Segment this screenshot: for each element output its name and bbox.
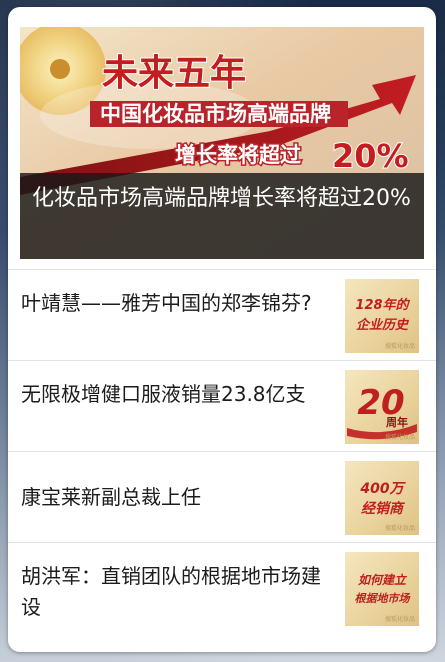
thumb-line1: 128年的: [355, 297, 410, 313]
banner-subtitle: 中国化妆品市场高端品牌: [100, 102, 331, 126]
list-item[interactable]: 无限极增健口服液销量23.8亿支 20 周年 搜狐化妆品: [8, 360, 436, 451]
article-title: 叶靖慧——雅芳中国的郑李锦芬?: [21, 291, 312, 315]
article-thumbnail: 如何建立 根据地市场 搜狐化妆品: [345, 552, 419, 626]
hero-article[interactable]: 未来五年 中国化妆品市场高端品牌 增长率将超过 20% 化妆品市场高端品牌增长率…: [20, 27, 424, 259]
news-card: 未来五年 中国化妆品市场高端品牌 增长率将超过 20% 化妆品市场高端品牌增长率…: [8, 7, 436, 652]
article-thumbnail: 128年的 企业历史 搜狐化妆品: [345, 279, 419, 353]
banner-percent: 20%: [332, 137, 409, 175]
thumb-line1: 如何建立: [358, 573, 408, 587]
thumb-line1: 400万: [359, 481, 406, 497]
thumb-watermark: 搜狐化妆品: [384, 525, 415, 532]
banner-title: 未来五年: [102, 53, 246, 94]
thumb-line2: 经销商: [361, 500, 406, 517]
list-item[interactable]: 叶靖慧——雅芳中国的郑李锦芬? 128年的 企业历史 搜狐化妆品: [8, 269, 436, 360]
hero-caption-bar: 化妆品市场高端品牌增长率将超过20%: [20, 173, 424, 259]
list-item[interactable]: 胡洪军：直销团队的根据地市场建设 如何建立 根据地市场 搜狐化妆品: [8, 542, 436, 633]
hero-caption: 化妆品市场高端品牌增长率将超过20%: [32, 186, 411, 211]
thumb-watermark: 搜狐化妆品: [384, 343, 415, 350]
article-title: 康宝莱新副总裁上任: [21, 485, 201, 509]
list-item[interactable]: 康宝莱新副总裁上任 400万 经销商 搜狐化妆品: [8, 451, 436, 542]
thumb-watermark: 搜狐化妆品: [384, 434, 415, 441]
thumb-line2: 企业历史: [356, 317, 410, 333]
article-title: 胡洪军：直销团队的根据地市场建设: [21, 564, 321, 619]
thumb-watermark: 搜狐化妆品: [384, 616, 415, 623]
article-title: 无限极增健口服液销量23.8亿支: [21, 382, 306, 406]
article-thumbnail: 400万 经销商 搜狐化妆品: [345, 461, 419, 535]
banner-tagline: 增长率将超过: [175, 143, 301, 167]
article-thumbnail: 20 周年 搜狐化妆品: [345, 370, 419, 444]
thumb-line2: 根据地市场: [355, 592, 412, 605]
thumb-line2: 周年: [386, 415, 408, 429]
